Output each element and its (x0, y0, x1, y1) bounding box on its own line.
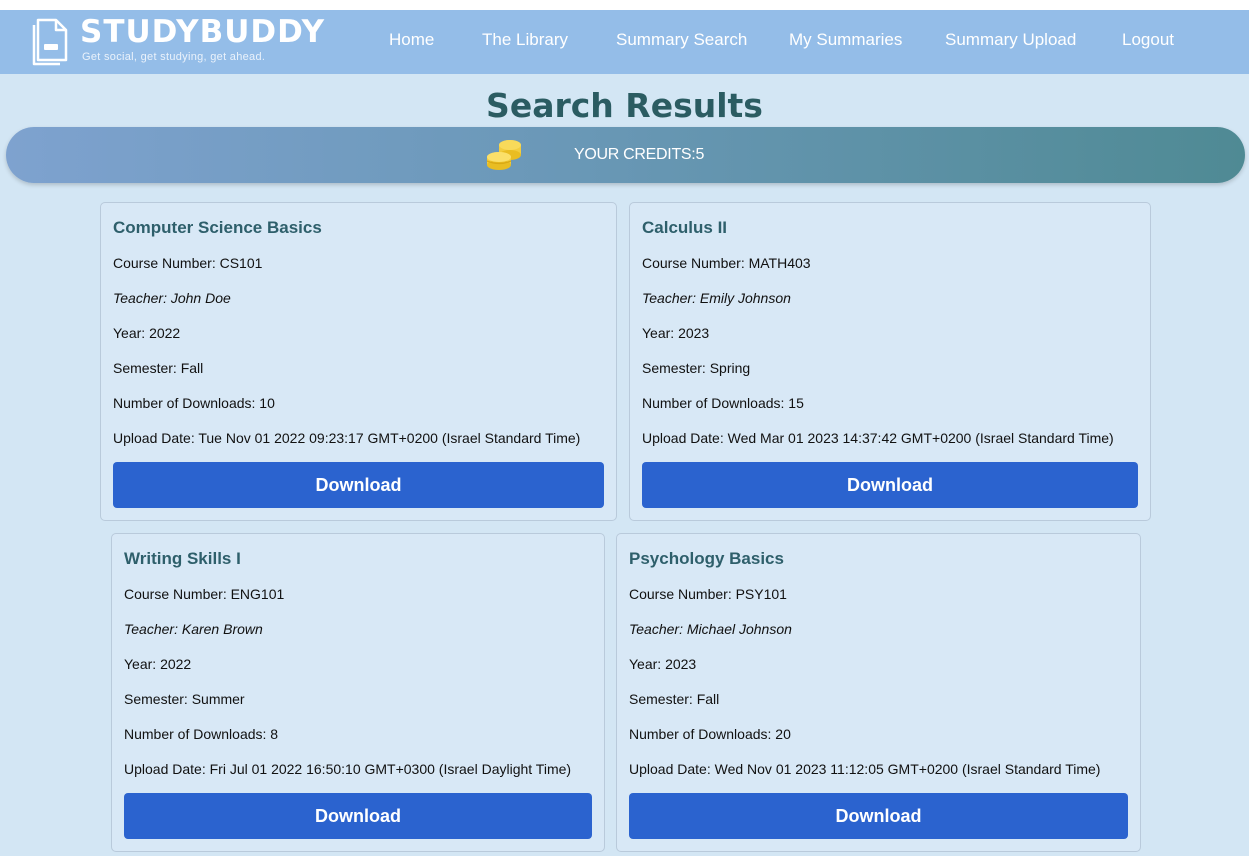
coins-icon (486, 140, 521, 170)
nav-summary-upload[interactable]: Summary Upload (945, 30, 1076, 50)
card-title: Psychology Basics (629, 549, 784, 568)
download-button[interactable]: Download (642, 462, 1138, 508)
downloads-count: Number of Downloads: 20 (629, 726, 791, 742)
download-button[interactable]: Download (113, 462, 604, 508)
nav-logout[interactable]: Logout (1122, 30, 1174, 50)
course-number: Course Number: MATH403 (642, 255, 811, 271)
nav-summary-search[interactable]: Summary Search (616, 30, 747, 50)
downloads-count: Number of Downloads: 8 (124, 726, 279, 742)
year: Year: 2022 (124, 656, 192, 672)
result-card: Writing Skills I Course Number: ENG101 T… (111, 533, 605, 852)
card-title: Writing Skills I (124, 549, 241, 568)
upload-date: Upload Date: Fri Jul 01 2022 16:50:10 GM… (124, 761, 572, 777)
semester: Semester: Fall (113, 360, 204, 376)
nav-library[interactable]: The Library (482, 30, 568, 50)
year: Year: 2023 (642, 325, 710, 341)
nav-my-summaries[interactable]: My Summaries (789, 30, 902, 50)
result-card: Psychology Basics Course Number: PSY101 … (616, 533, 1141, 852)
result-card: Calculus II Course Number: MATH403 Teach… (629, 202, 1151, 521)
upload-date: Upload Date: Wed Nov 01 2023 11:12:05 GM… (629, 761, 1101, 777)
year: Year: 2022 (113, 325, 181, 341)
brand-name[interactable]: STUDYBUDDY (80, 14, 325, 50)
downloads-count: Number of Downloads: 15 (642, 395, 804, 411)
credits-count: YOUR CREDITS:5 (574, 146, 705, 163)
semester: Semester: Summer (124, 691, 245, 707)
course-number: Course Number: CS101 (113, 255, 263, 271)
teacher: Teacher: John Doe (113, 290, 231, 306)
teacher: Teacher: Emily Johnson (642, 290, 791, 306)
brand-tagline: Get social, get studying, get ahead. (82, 51, 266, 63)
card-title: Computer Science Basics (113, 218, 322, 237)
card-title: Calculus II (642, 218, 728, 237)
document-icon[interactable] (30, 16, 70, 66)
result-card: Computer Science Basics Course Number: C… (100, 202, 617, 521)
semester: Semester: Fall (629, 691, 720, 707)
course-number: Course Number: ENG101 (124, 586, 285, 602)
upload-date: Upload Date: Wed Mar 01 2023 14:37:42 GM… (642, 430, 1114, 446)
semester: Semester: Spring (642, 360, 751, 376)
upload-date: Upload Date: Tue Nov 01 2022 09:23:17 GM… (113, 430, 581, 446)
teacher: Teacher: Michael Johnson (629, 621, 792, 637)
credits-banner: YOUR CREDITS:5 (6, 127, 1245, 183)
download-button[interactable]: Download (124, 793, 592, 839)
teacher: Teacher: Karen Brown (124, 621, 263, 637)
downloads-count: Number of Downloads: 10 (113, 395, 275, 411)
page-title: Search Results (486, 86, 763, 125)
year: Year: 2023 (629, 656, 697, 672)
download-button[interactable]: Download (629, 793, 1128, 839)
nav-home[interactable]: Home (389, 30, 434, 50)
course-number: Course Number: PSY101 (629, 586, 787, 602)
top-navigation-bar: STUDYBUDDY Get social, get studying, get… (0, 0, 1249, 74)
